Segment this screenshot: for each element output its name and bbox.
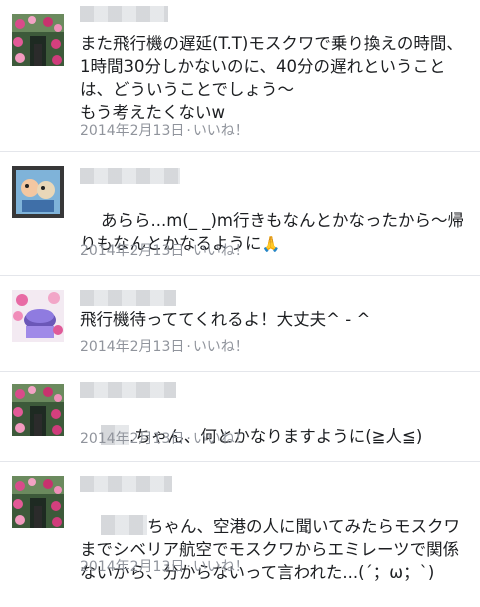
separator: ·	[186, 431, 191, 447]
avatar[interactable]	[12, 476, 64, 528]
comment-meta: 2014年2月13日 · いいね！	[80, 428, 249, 448]
comment-item: ちゃん、空港の人に聞いてみたらモスクワまでシベリア航空でモスクワからエミレーツで…	[0, 462, 480, 592]
separator: ·	[186, 243, 191, 259]
avatar[interactable]	[12, 290, 64, 342]
commenter-name-redacted[interactable]	[80, 6, 168, 22]
comment-meta: 2014年2月13日 · いいね！	[80, 120, 249, 140]
comment-date[interactable]: 2014年2月13日	[80, 243, 184, 259]
like-link[interactable]: いいね！	[193, 339, 249, 355]
mentioned-name-redacted[interactable]	[100, 515, 147, 535]
like-link[interactable]: いいね！	[193, 243, 249, 259]
avatar[interactable]	[12, 166, 64, 218]
avatar[interactable]	[12, 384, 64, 436]
comment-item: 飛行機待っててくれるよ！大丈夫^ - ^ 2014年2月13日 · いいね！	[0, 276, 480, 372]
cartoon-photo-icon	[12, 166, 64, 218]
avatar[interactable]	[12, 14, 64, 66]
comment-text: あらら...m(_ _)m行きもなんとかなったから〜帰りもなんとかなるように🙏	[80, 186, 464, 279]
comment-text: ちゃん、空港の人に聞いてみたらモスクワまでシベリア航空でモスクワからエミレーツで…	[80, 492, 464, 607]
comment-date[interactable]: 2014年2月13日	[80, 559, 184, 575]
comment-item: .ちゃん、何とかなりますように(≧人≦) 2014年2月13日 · いいね！	[0, 372, 480, 462]
comment-text: また飛行機の遅延(T.T)モスクワで乗り換えの時間、1時間30分しかないのに、4…	[80, 34, 463, 122]
cupcake-photo-icon	[12, 290, 64, 342]
comment-item: あらら...m(_ _)m行きもなんとかなったから〜帰りもなんとかなるように🙏 …	[0, 152, 480, 276]
comment-date[interactable]: 2014年2月13日	[80, 339, 184, 355]
commenter-name-redacted[interactable]	[80, 168, 180, 184]
praying-hands-emoji-icon: 🙏	[261, 235, 281, 253]
flower-arch-photo-icon	[12, 384, 64, 436]
flower-arch-photo-icon	[12, 14, 64, 66]
comment-date[interactable]: 2014年2月13日	[80, 123, 184, 139]
commenter-name-redacted[interactable]	[80, 476, 172, 492]
commenter-name-redacted[interactable]	[80, 290, 176, 306]
like-link[interactable]: いいね！	[193, 123, 249, 139]
like-link[interactable]: いいね！	[193, 559, 249, 575]
comment-meta: 2014年2月13日 · いいね！	[80, 240, 249, 260]
comment-date[interactable]: 2014年2月13日	[80, 431, 184, 447]
separator: ·	[186, 559, 191, 575]
comment-meta: 2014年2月13日 · いいね！	[80, 336, 249, 356]
commenter-name-redacted[interactable]	[80, 382, 176, 398]
flower-arch-photo-icon	[12, 476, 64, 528]
comment-item: また飛行機の遅延(T.T)モスクワで乗り換えの時間、1時間30分しかないのに、4…	[0, 0, 480, 152]
like-link[interactable]: いいね！	[193, 431, 249, 447]
separator: ·	[186, 339, 191, 355]
comment-text: 飛行機待っててくれるよ！大丈夫^ - ^	[80, 310, 371, 329]
separator: ·	[186, 123, 191, 139]
comment-meta: 2014年2月13日 · いいね！	[80, 556, 249, 576]
